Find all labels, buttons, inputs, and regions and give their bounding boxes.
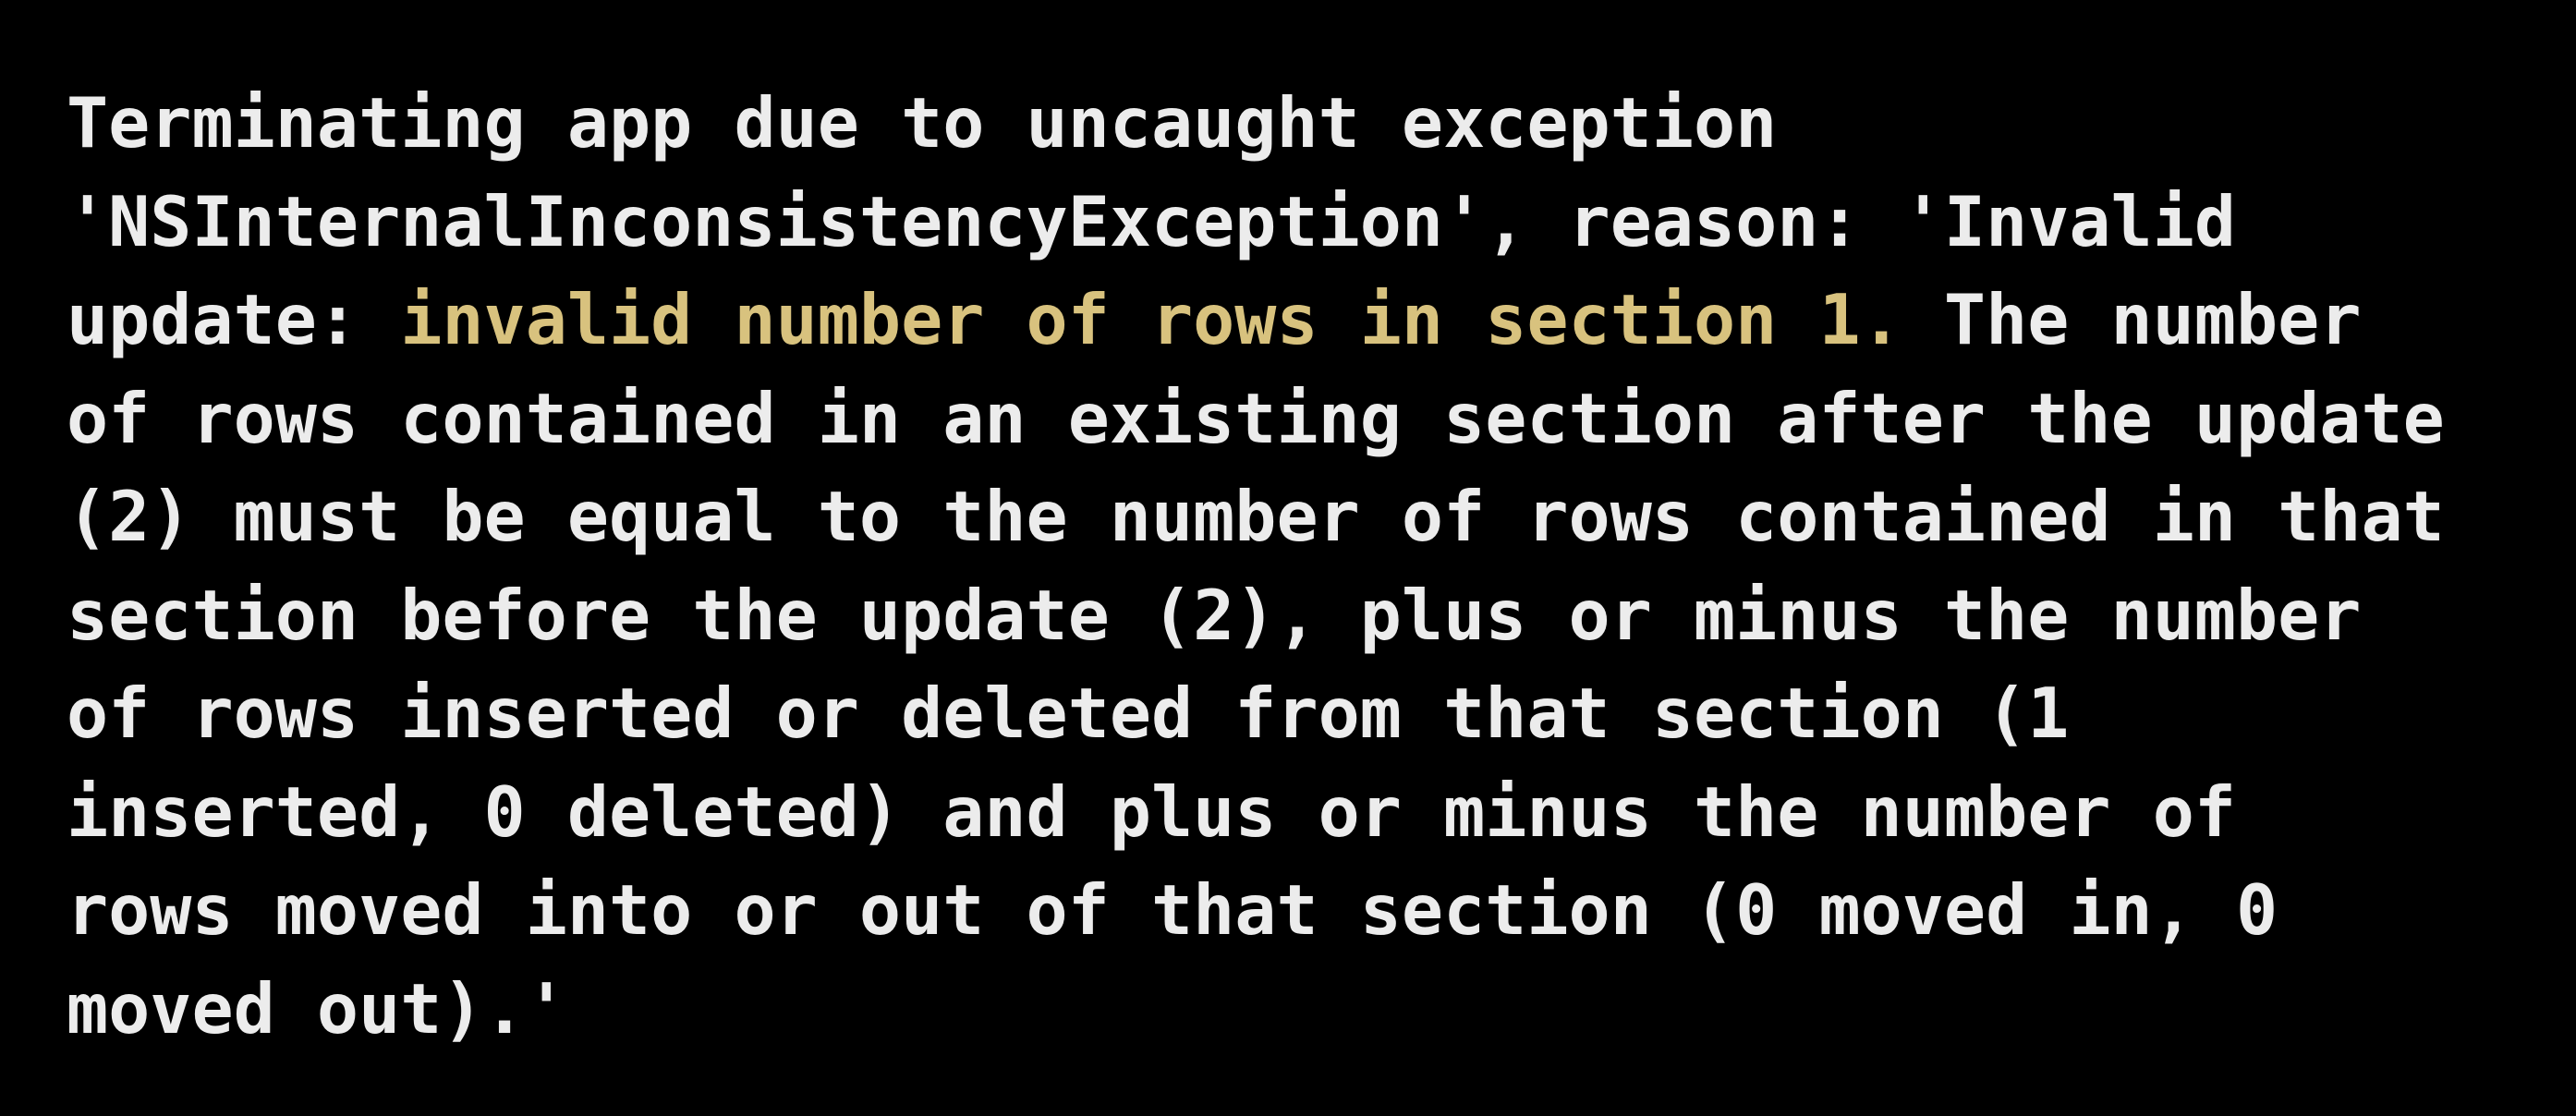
message-line: Terminating app due to uncaught exceptio… <box>67 82 1778 164</box>
message-line: of rows inserted or deleted from that se… <box>67 673 2070 754</box>
exception-message: Terminating app due to uncaught exceptio… <box>67 74 2543 1058</box>
message-line: (2) must be equal to the number of rows … <box>67 476 2445 557</box>
message-line: of rows contained in an existing section… <box>67 377 2445 459</box>
message-line: inserted, 0 deleted) and plus or minus t… <box>67 770 2236 853</box>
message-text: update: <box>67 279 401 360</box>
message-line: 'NSInternalInconsistencyException', reas… <box>67 180 2236 262</box>
message-line: update: invalid number of rows in sectio… <box>67 271 2543 370</box>
message-text: The number <box>1902 279 2362 360</box>
message-line: section before the update (2), plus or m… <box>67 574 2362 656</box>
highlighted-reason: invalid number of rows in section 1. <box>400 279 1902 360</box>
console-screen: Terminating app due to uncaught exceptio… <box>0 0 2576 1116</box>
message-line: moved out).' <box>67 967 567 1049</box>
message-line: rows moved into or out of that section (… <box>67 869 2278 951</box>
